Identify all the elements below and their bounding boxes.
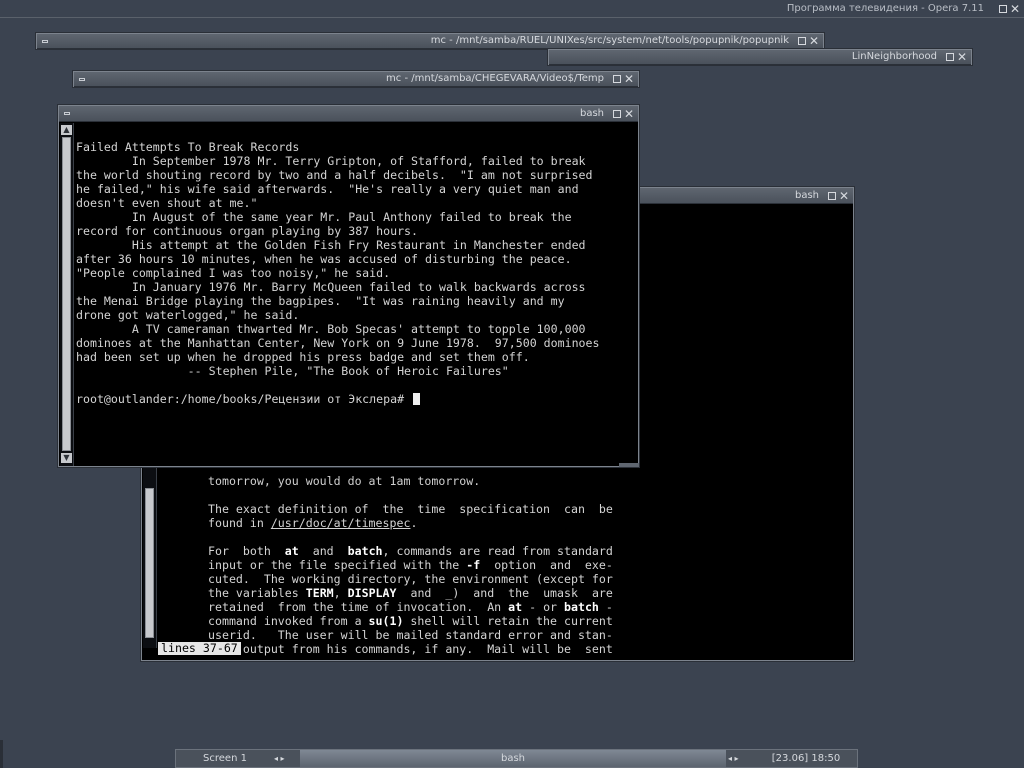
- fortune-line: A TV cameraman thwarted Mr. Bob Specas' …: [76, 322, 586, 336]
- close-icon[interactable]: ✕: [623, 72, 635, 86]
- close-icon[interactable]: ✕: [623, 106, 635, 121]
- fortune-line: In August of the same year Mr. Paul Anth…: [76, 210, 572, 224]
- man-at-1: at: [284, 544, 299, 558]
- text-cursor: [413, 393, 421, 405]
- fortune-line: dominoes at the Manhattan Center, New Yo…: [76, 336, 600, 350]
- man-p2-l1c: , commands are read from standard: [382, 544, 613, 558]
- fortune-line: In January 1976 Mr. Barry McQueen failed…: [76, 280, 586, 294]
- fortune-line: record for continuous organ playing by 3…: [76, 224, 419, 238]
- maximize-icon[interactable]: [828, 192, 836, 200]
- fortune-line: Failed Attempts To Break Records: [76, 140, 300, 154]
- mc-window-video-title: mc - /mnt/samba/CHEGEVARA/Video$/Temp: [386, 73, 604, 84]
- man-p2-l6b: shell will retain the current: [403, 614, 613, 628]
- man-term: TERM: [305, 586, 334, 600]
- close-icon[interactable]: ✕: [1009, 0, 1021, 16]
- bash-window-front-title: bash: [579, 108, 604, 119]
- timespec-link[interactable]: /usr/doc/at/timespec: [271, 516, 411, 530]
- fortune-line: doesn't even shout at me.": [76, 196, 258, 210]
- man-page-text: tomorrow, you would do at 1am tomorrow. …: [208, 460, 613, 656]
- close-icon[interactable]: ✕: [956, 50, 968, 64]
- scroll-down-arrow-icon[interactable]: ▼: [61, 453, 72, 463]
- fortune-line: the Menai Bridge playing the bagpipes. "…: [76, 294, 565, 308]
- man-p2-l1a: For both: [208, 544, 285, 558]
- shell-prompt-line[interactable]: root@outlander:/home/books/Рецензии от Э…: [76, 392, 421, 406]
- man-p2-l2b: option and exe-: [480, 558, 613, 572]
- maximize-icon[interactable]: [999, 5, 1007, 13]
- man-at-2: at: [508, 600, 523, 614]
- bash-window-front-titlebar[interactable]: bash ✕: [59, 106, 638, 122]
- man-p1-line1: The exact definition of the time specifi…: [208, 502, 613, 516]
- fortune-line: after 36 hours 10 minutes, when he was a…: [76, 252, 572, 266]
- terminal-bottom-border: [619, 463, 639, 467]
- bash-window-front[interactable]: bash ✕ ▲ ▼ Failed Attempts To Break Reco…: [58, 105, 639, 467]
- maximize-icon[interactable]: [946, 53, 954, 61]
- taskbar: Screen 1 ◂ ▸ bash ◂ ▸ [23.06] 18:50: [175, 749, 858, 768]
- mc-window-popupnik-title: mc - /mnt/samba/RUEL/UNIXes/src/system/n…: [430, 35, 789, 46]
- man-su: su(1): [368, 614, 404, 628]
- man-p1-line2-post: .: [410, 516, 418, 530]
- maximize-icon[interactable]: [613, 110, 621, 118]
- window-menu-icon[interactable]: [64, 112, 70, 115]
- fortune-line: In September 1978 Mr. Terry Gripton, of …: [76, 154, 586, 168]
- scroll-up-arrow-icon[interactable]: ▲: [61, 125, 72, 135]
- man-p2-l3: cuted. The working directory, the enviro…: [208, 572, 613, 586]
- taskbar-screen-label[interactable]: Screen 1: [180, 750, 270, 767]
- mc-window-popupnik-titlebar[interactable]: mc - /mnt/samba/RUEL/UNIXes/src/system/n…: [37, 34, 823, 49]
- fortune-line: drone got waterlogged," he said.: [76, 308, 300, 322]
- maximize-icon[interactable]: [798, 37, 806, 45]
- scrollbar-front[interactable]: ▲ ▼: [60, 123, 74, 466]
- mc-window-video[interactable]: mc - /mnt/samba/CHEGEVARA/Video$/Temp ✕: [73, 71, 639, 87]
- screen-edge: [0, 740, 3, 768]
- fortune-line: he failed," his wife said afterwards. "H…: [76, 182, 579, 196]
- fortune-line: -- Stephen Pile, "The Book of Heroic Fai…: [76, 364, 509, 378]
- taskbar-clock: [23.06] 18:50: [771, 753, 841, 764]
- man-p2-l4c: and _) and the umask are: [396, 586, 613, 600]
- man-batch-2: batch: [564, 600, 599, 614]
- taskbar-left-arrows-icon[interactable]: ◂ ▸: [274, 750, 285, 767]
- maximize-icon[interactable]: [613, 75, 621, 83]
- man-p2-l2a: input or the file specified with the: [208, 558, 467, 572]
- man-p2-l5b: - or: [522, 600, 565, 614]
- taskbar-right-arrows-icon[interactable]: ◂ ▸: [728, 750, 739, 767]
- scrollbar-thumb[interactable]: [62, 137, 71, 451]
- man-f-option: -f: [466, 558, 481, 572]
- scrollbar-thumb[interactable]: [145, 488, 154, 638]
- taskbar-active-bash[interactable]: bash: [300, 750, 726, 767]
- man-p2-l5a: retained from the time of invocation. An: [208, 600, 509, 614]
- man-p2-l4a: the variables: [208, 586, 306, 600]
- shell-prompt: root@outlander:/home/books/Рецензии от Э…: [76, 392, 412, 406]
- linneighborhood-title: LinNeighborhood: [851, 51, 937, 62]
- man-display: DISPLAY: [347, 586, 397, 600]
- opera-window-titlebar[interactable]: Программа телевидения - Opera 7.11 ✕: [0, 0, 1024, 18]
- fortune-line: [76, 378, 600, 392]
- linneighborhood-window[interactable]: LinNeighborhood ✕: [548, 49, 972, 65]
- man-p2-l8: dard output from his commands, if any. M…: [208, 642, 613, 656]
- close-icon[interactable]: ✕: [838, 188, 850, 203]
- window-menu-icon[interactable]: [79, 78, 85, 81]
- fortune-line: had been set up when he dropped his pres…: [76, 350, 530, 364]
- scrollbar-back[interactable]: [143, 468, 157, 648]
- fortune-line: "People complained I was too noisy," he …: [76, 266, 391, 280]
- window-menu-icon[interactable]: [42, 40, 48, 43]
- linneighborhood-titlebar[interactable]: LinNeighborhood ✕: [549, 50, 971, 65]
- pager-status-line: lines 37-67: [158, 642, 241, 655]
- man-p2-l6a: command invoked from a: [208, 614, 369, 628]
- man-partial-line: tomorrow, you would do at 1am tomorrow.: [208, 474, 481, 488]
- mc-window-popupnik[interactable]: mc - /mnt/samba/RUEL/UNIXes/src/system/n…: [36, 33, 824, 49]
- close-icon[interactable]: ✕: [808, 34, 820, 48]
- man-p2-l1b: and: [298, 544, 348, 558]
- bash-window-back-title: bash: [794, 190, 819, 201]
- fortune-line: the world shouting record by two and a h…: [76, 168, 593, 182]
- fortune-line: His attempt at the Golden Fish Fry Resta…: [76, 238, 586, 252]
- man-batch-1: batch: [347, 544, 383, 558]
- man-p2-l5c: -: [598, 600, 613, 614]
- man-p1-line2-pre: found in: [208, 516, 271, 530]
- man-p2-l4b: ,: [333, 586, 348, 600]
- fortune-text: Failed Attempts To Break Records In Sept…: [76, 140, 600, 392]
- mc-window-video-titlebar[interactable]: mc - /mnt/samba/CHEGEVARA/Video$/Temp ✕: [74, 72, 638, 87]
- opera-window-title: Программа телевидения - Opera 7.11: [786, 3, 984, 14]
- man-p2-l7: userid. The user will be mailed standard…: [208, 628, 613, 642]
